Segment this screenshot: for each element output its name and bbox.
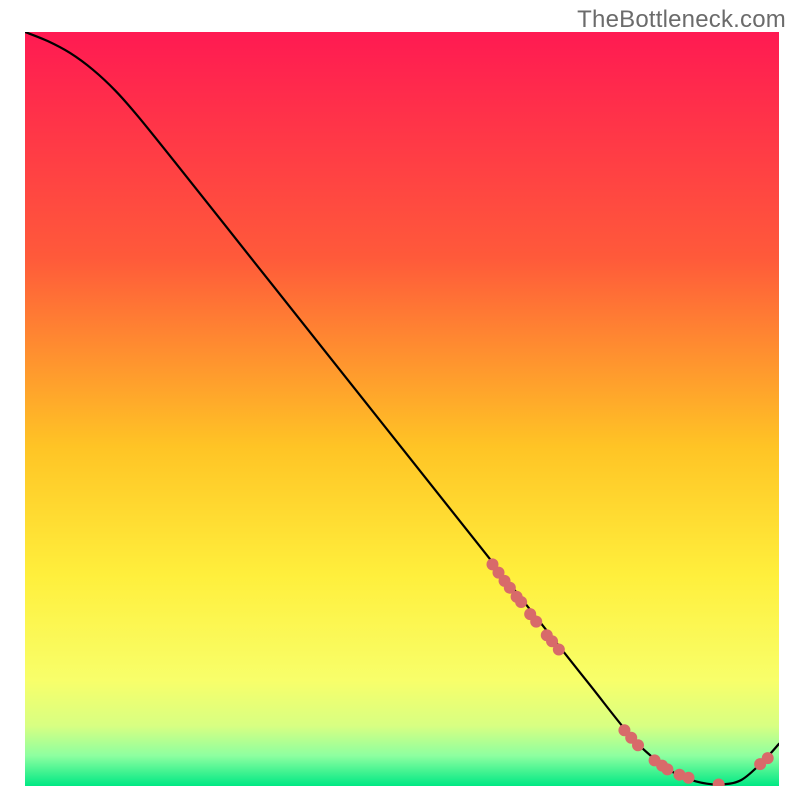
data-point	[683, 772, 695, 784]
data-point	[632, 739, 644, 751]
watermark-text: TheBottleneck.com	[577, 6, 786, 34]
data-point	[515, 596, 527, 608]
data-point	[661, 763, 673, 775]
chart-background	[25, 32, 779, 786]
plot-area	[23, 30, 777, 784]
data-point	[762, 752, 774, 764]
chart-svg	[25, 32, 779, 786]
chart-container: TheBottleneck.com	[0, 0, 800, 800]
data-point	[530, 616, 542, 628]
data-point	[553, 644, 565, 656]
